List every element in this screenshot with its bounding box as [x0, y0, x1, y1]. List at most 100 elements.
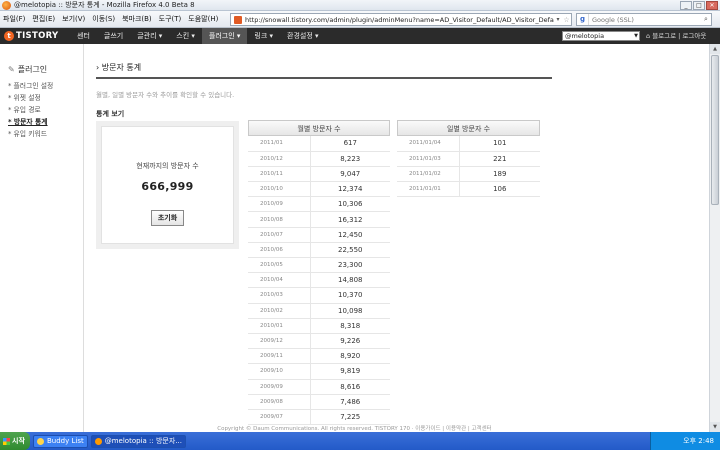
- page-description: 월별, 일별 방문자 수와 추이를 확인할 수 있습니다.: [96, 91, 235, 99]
- reset-button[interactable]: 초기화: [150, 210, 185, 226]
- nav-plugins[interactable]: 플러그인 ▾: [201, 28, 248, 44]
- site-favicon-icon: [234, 15, 242, 24]
- scrollbar-thumb[interactable]: [711, 55, 719, 205]
- close-button[interactable]: ✕: [706, 1, 718, 10]
- count-cell: 8,616: [310, 379, 390, 395]
- daily-row: 2011/01/01 106: [397, 181, 540, 198]
- monthly-row: 2010/10 12,374: [248, 181, 390, 198]
- sidebar-item-referrers[interactable]: * 유입 경로: [8, 104, 83, 116]
- pencil-icon: ✎: [8, 65, 15, 74]
- count-cell: 106: [459, 181, 540, 198]
- monthly-row: 2010/06 22,550: [248, 242, 390, 259]
- minimize-button[interactable]: _: [680, 1, 692, 10]
- browser-toolbar: 파일(F) 편집(E) 보기(V) 이동(S) 북마크(B) 도구(T) 도움말…: [0, 11, 720, 28]
- tistory-header: t TISTORY 센터 글쓰기 글관리 ▾ 스킨 ▾ 플러그인 ▾ 링크 ▾ …: [0, 28, 720, 44]
- count-cell: 23,300: [310, 257, 390, 274]
- count-cell: 8,223: [310, 151, 390, 167]
- nav-write[interactable]: 글쓰기: [97, 28, 130, 44]
- count-cell: 10,098: [310, 303, 390, 319]
- date-cell: 2011/01/01: [397, 181, 460, 198]
- date-cell: 2010/01: [248, 318, 311, 334]
- sidebar-item-visitor-stats[interactable]: * 방문자 통계: [8, 116, 83, 128]
- address-bar[interactable]: http://snowall.tistory.com/admin/plugin/…: [230, 13, 572, 26]
- menu-tools[interactable]: 도구(T): [159, 14, 182, 24]
- page-content: ✎ 플러그인 * 플러그인 설정 * 위젯 설정 * 유입 경로 * 방문자 통…: [0, 44, 709, 432]
- page-title: › 방문자 통계: [96, 62, 552, 79]
- tistory-menu: 센터 글쓰기 글관리 ▾ 스킨 ▾ 플러그인 ▾ 링크 ▾ 환경설정 ▾: [70, 28, 326, 44]
- google-icon[interactable]: g: [577, 14, 589, 25]
- taskbar: 시작 Buddy List @melotopia :: 방문자... 오후 2:…: [0, 432, 720, 450]
- header-links[interactable]: ⌂ 블로그로 | 로그아웃: [646, 28, 706, 44]
- sidebar-item-widget-settings[interactable]: * 위젯 설정: [8, 92, 83, 104]
- buddy-icon: [37, 437, 44, 445]
- count-cell: 12,450: [310, 227, 390, 243]
- window-controls: _ □ ✕: [680, 1, 718, 10]
- monthly-row: 2009/12 9,226: [248, 333, 390, 350]
- blog-select[interactable]: @melotopia ▼: [562, 31, 640, 41]
- monthly-row: 2009/08 7,486: [248, 394, 390, 410]
- nav-links[interactable]: 링크 ▾: [247, 28, 280, 44]
- start-button[interactable]: 시작: [0, 432, 30, 450]
- count-cell: 617: [310, 136, 390, 152]
- scroll-down-icon[interactable]: ▼: [710, 422, 720, 432]
- count-cell: 14,808: [310, 272, 390, 289]
- tistory-logo[interactable]: t TISTORY: [4, 31, 70, 41]
- count-cell: 12,374: [310, 181, 390, 198]
- system-clock: 오후 2:48: [650, 432, 720, 450]
- sidebar: ✎ 플러그인 * 플러그인 설정 * 위젯 설정 * 유입 경로 * 방문자 통…: [0, 44, 84, 432]
- date-cell: 2010/08: [248, 211, 311, 228]
- search-bar[interactable]: g ⌕: [576, 13, 712, 26]
- count-cell: 16,312: [310, 211, 390, 228]
- daily-row: 2011/01/04 101: [397, 136, 540, 152]
- count-cell: 7,486: [310, 394, 390, 410]
- monthly-row: 2010/08 16,312: [248, 211, 390, 228]
- url-text[interactable]: http://snowall.tistory.com/admin/plugin/…: [245, 16, 554, 24]
- task-firefox[interactable]: @melotopia :: 방문자...: [90, 434, 186, 448]
- nav-center[interactable]: 센터: [70, 28, 97, 44]
- bookmark-star-icon[interactable]: ☆: [562, 16, 571, 24]
- date-cell: 2010/02: [248, 303, 311, 319]
- menu-file[interactable]: 파일(F): [3, 14, 25, 24]
- monthly-header: 월별 방문자 수: [248, 120, 390, 136]
- menu-view[interactable]: 보기(V): [62, 14, 85, 24]
- date-cell: 2011/01: [248, 136, 311, 152]
- window-title: @melotopia :: 방문자 통계 - Mozilla Firefox 4…: [14, 1, 195, 9]
- date-cell: 2009/10: [248, 363, 311, 380]
- vertical-scrollbar[interactable]: ▲ ▼: [709, 44, 720, 432]
- tistory-logo-icon: t: [4, 31, 14, 41]
- nav-skin[interactable]: 스킨 ▾: [169, 28, 202, 44]
- date-cell: 2010/06: [248, 242, 311, 259]
- firefox-icon: [2, 0, 11, 10]
- nav-posts[interactable]: 글관리 ▾: [130, 28, 169, 44]
- daily-row: 2011/01/02 189: [397, 166, 540, 183]
- menu-edit[interactable]: 편집(E): [32, 14, 55, 24]
- monthly-row: 2011/01 617: [248, 136, 390, 152]
- task-buddy-list[interactable]: Buddy List: [33, 434, 88, 448]
- scroll-up-icon[interactable]: ▲: [710, 44, 720, 54]
- date-cell: 2009/07: [248, 409, 311, 426]
- sidebar-item-keywords[interactable]: * 유입 키워드: [8, 128, 83, 140]
- search-icon[interactable]: ⌕: [701, 15, 711, 24]
- date-cell: 2010/03: [248, 287, 311, 304]
- count-cell: 9,226: [310, 333, 390, 350]
- menu-history[interactable]: 이동(S): [92, 14, 115, 24]
- url-dropdown-icon[interactable]: ▾: [554, 16, 562, 23]
- nav-settings[interactable]: 환경설정 ▾: [280, 28, 326, 44]
- monthly-row: 2009/07 7,225: [248, 409, 390, 426]
- search-input[interactable]: [589, 15, 701, 24]
- date-cell: 2010/09: [248, 196, 311, 213]
- main-content: › 방문자 통계 월별, 일별 방문자 수와 추이를 확인할 수 있습니다. 통…: [96, 62, 552, 426]
- menu-bookmarks[interactable]: 북마크(B): [122, 14, 152, 24]
- total-visitors-value: 666,999: [141, 180, 194, 193]
- chevron-down-icon: ▼: [634, 33, 638, 39]
- monthly-row: 2009/09 8,616: [248, 379, 390, 395]
- maximize-button[interactable]: □: [693, 1, 705, 10]
- menu-help[interactable]: 도움말(H): [188, 14, 218, 24]
- date-cell: 2010/04: [248, 272, 311, 289]
- footer: Copyright © Daum Communications. All rig…: [217, 426, 492, 432]
- monthly-row: 2010/05 23,300: [248, 257, 390, 274]
- date-cell: 2009/08: [248, 394, 311, 410]
- sidebar-item-plugin-settings[interactable]: * 플러그인 설정: [8, 80, 83, 92]
- window-title-bar: @melotopia :: 방문자 통계 - Mozilla Firefox 4…: [0, 0, 720, 11]
- date-cell: 2010/10: [248, 181, 311, 198]
